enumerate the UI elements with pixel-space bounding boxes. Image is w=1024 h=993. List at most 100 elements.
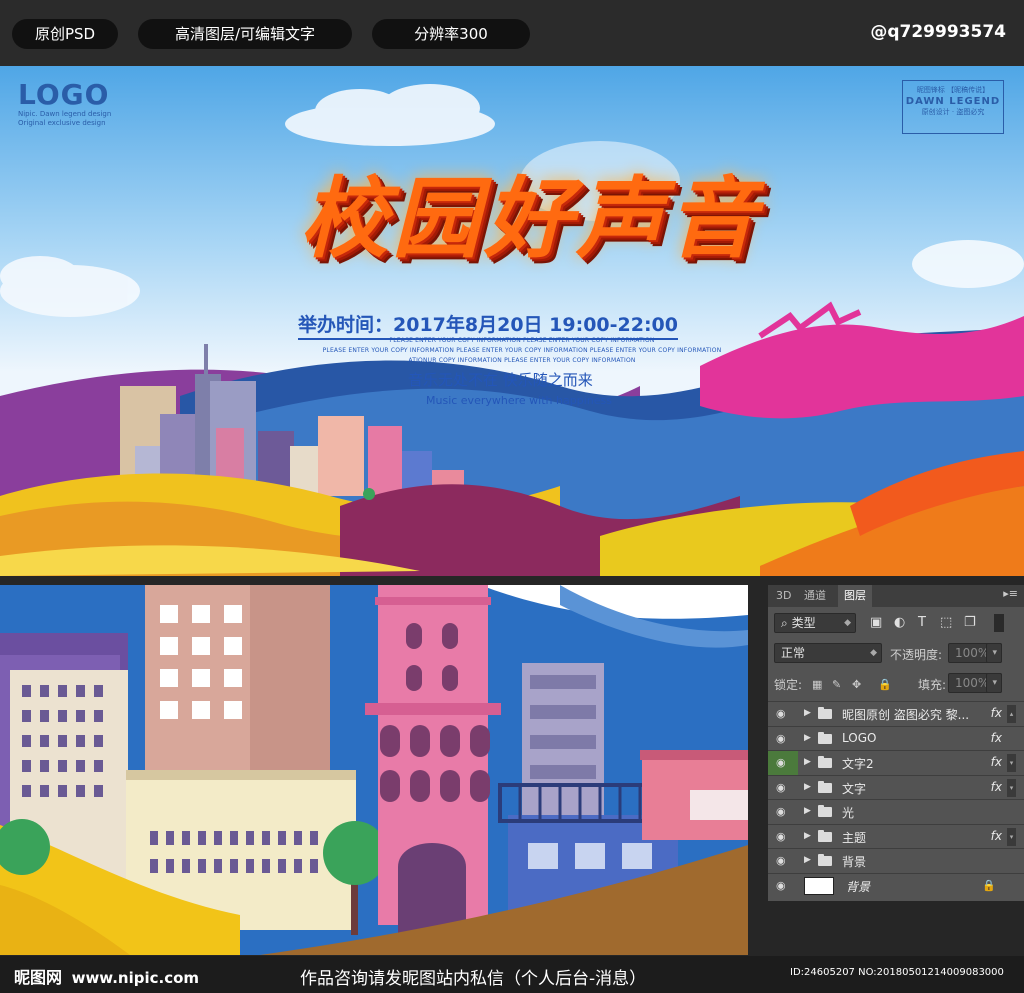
logo-sub-2: Original exclusive design (18, 119, 106, 127)
folder-icon (818, 707, 832, 719)
watermark-url: www.nipic.com (71, 969, 200, 987)
fill-arrow[interactable]: ▾ (986, 673, 1002, 693)
banner-title: 校园好声音 (299, 167, 760, 270)
logo-sub-1: Nipic. Dawn legend design (18, 110, 112, 118)
fill-value: 100% (955, 676, 990, 690)
logo-text: LOGO (18, 78, 110, 111)
type-filter-icon[interactable]: T (918, 615, 926, 630)
layer-background[interactable]: ◉ 背景 🔒 (768, 872, 1024, 897)
layer-group-logo[interactable]: ◉ ▶ LOGO fx (768, 725, 1024, 750)
visibility-eye-icon[interactable]: ◉ (776, 732, 786, 745)
fx-expand-icon[interactable]: ▴ (1007, 705, 1016, 723)
lock-position-icon[interactable]: ✥ (852, 678, 861, 691)
tab-layers[interactable]: 图层 (838, 585, 872, 607)
copy-line-3: ATIONUR COPY INFORMATION PLEASE ENTER YO… (408, 357, 636, 364)
opacity-label: 不透明度: (890, 648, 943, 662)
lock-transparent-icon[interactable]: ▦ (812, 678, 822, 691)
expand-triangle-icon[interactable]: ▶ (804, 708, 811, 718)
fx-expand-icon[interactable]: ▾ (1007, 827, 1016, 846)
expand-triangle-icon[interactable]: ▶ (804, 757, 811, 767)
folder-icon (818, 731, 832, 744)
pill-resolution: 分辨率300 (372, 19, 530, 49)
slogan-en: Music everywhere with happiness (426, 394, 612, 407)
filter-toggle[interactable] (994, 614, 1004, 632)
detail-illustration (0, 585, 748, 955)
author-handle: @q729993574 (870, 22, 1006, 42)
seal-line-1: 昵图锋标 【昵稿传说】 (916, 86, 990, 94)
tab-3d[interactable]: 3D (770, 585, 797, 607)
slogan-cn: 音乐无处不在 快乐随之而来 (408, 371, 593, 389)
banner-preview: LOGO Nipic. Dawn legend design Original … (0, 66, 1024, 576)
seal-line-3: 原创设计 · 盗图必究 (921, 108, 985, 116)
visibility-eye-icon[interactable]: ◉ (776, 854, 786, 867)
visibility-eye-icon[interactable]: ◉ (776, 707, 786, 720)
folder-icon (818, 780, 832, 793)
tab-channels[interactable]: 通道 (798, 585, 832, 607)
nipic-watermark: 昵图网 www.nipic.com (14, 964, 199, 988)
fx-icon[interactable]: fx (991, 706, 1002, 720)
layer-group-theme[interactable]: ◉ ▶ 主题 fx ▾ (768, 823, 1024, 848)
layer-name: 文字 (842, 781, 867, 796)
layer-group-background[interactable]: ◉ ▶ 背景 (768, 848, 1024, 873)
watermark-name: 昵图网 (14, 968, 63, 987)
fx-icon[interactable]: fx (991, 755, 1002, 769)
layer-name: 文字2 (842, 757, 874, 771)
fx-expand-icon[interactable]: ▾ (1007, 754, 1016, 772)
pixel-filter-icon[interactable]: ▣ (870, 615, 882, 630)
layer-name: 背景 (842, 855, 867, 869)
image-id-info: ID:24605207 NO:20180501214009083000 (790, 967, 1004, 978)
layer-name: 光 (842, 806, 855, 820)
panel-menu-icon[interactable]: ▸≡ (1003, 587, 1018, 600)
expand-triangle-icon[interactable]: ▶ (804, 855, 811, 865)
expand-triangle-icon[interactable]: ▶ (804, 782, 811, 792)
blend-mode-label: 正常 (781, 646, 806, 660)
page: 原创PSD 高清图层/可编辑文字 分辨率300 @q729993574 LOGO… (0, 0, 1024, 993)
filter-kind-label: 类型 (791, 616, 816, 630)
layer-group-text[interactable]: ◉ ▶ 文字 fx ▾ (768, 774, 1024, 799)
select-arrow-icon: ▾ (992, 648, 997, 658)
expand-triangle-icon[interactable]: ▶ (804, 806, 811, 816)
pill-original-psd: 原创PSD (12, 19, 118, 49)
copy-line-1: PLEASE ENTER YOUR COPY INFORMATION PLEAS… (389, 337, 655, 344)
opacity-arrow[interactable]: ▾ (986, 643, 1002, 663)
layers-panel: 3D 通道 图层 ▸≡ ⌕ 类型 ◆ ▣ ◐ T ⬚ ❐ 正常 ◆ 不透明度: … (768, 585, 1024, 901)
detail-preview (0, 585, 748, 955)
smart-object-filter-icon[interactable]: ❐ (964, 615, 976, 630)
search-icon: ⌕ (781, 616, 788, 630)
select-arrow-icon: ◆ (844, 618, 851, 628)
visibility-eye-icon[interactable]: ◉ (776, 756, 786, 769)
expand-triangle-icon[interactable]: ▶ (804, 831, 811, 841)
visibility-eye-icon[interactable]: ◉ (776, 879, 786, 892)
adjustment-filter-icon[interactable]: ◐ (894, 615, 905, 630)
visibility-eye-icon[interactable]: ◉ (776, 805, 786, 818)
layer-name: 主题 (842, 830, 867, 845)
blend-mode-select[interactable]: 正常 ◆ (774, 643, 882, 663)
fx-expand-icon[interactable]: ▾ (1007, 778, 1016, 797)
layer-group-light[interactable]: ◉ ▶ 光 (768, 799, 1024, 824)
visibility-eye-icon[interactable]: ◉ (776, 781, 786, 794)
lock-label: 锁定: (774, 678, 803, 692)
folder-icon (818, 756, 832, 768)
fx-icon[interactable]: fx (991, 829, 1002, 843)
bottom-bar: 昵图网 www.nipic.com 作品咨询请发昵图站内私信（个人后台-消息） … (0, 956, 1024, 993)
layer-group-watermark[interactable]: ◉ ▶ 昵图原创 盗图必究 黎... fx ▴ (768, 701, 1024, 726)
folder-icon (818, 829, 832, 842)
expand-triangle-icon[interactable]: ▶ (804, 733, 811, 743)
layer-group-text2[interactable]: ◉ ▶ 文字2 fx ▾ (768, 750, 1024, 775)
top-bar: 原创PSD 高清图层/可编辑文字 分辨率300 @q729993574 (0, 0, 1024, 66)
fill-label: 填充: (918, 678, 947, 692)
lock-icon: 🔒 (982, 878, 996, 892)
select-arrow-icon: ◆ (870, 648, 877, 658)
fx-icon[interactable]: fx (991, 731, 1002, 745)
event-date: 举办时间：2017年8月20日 19:00-22:00 (298, 310, 679, 340)
copy-line-2: PLEASE ENTER YOUR COPY INFORMATION PLEAS… (322, 347, 722, 354)
lock-image-icon[interactable]: ✎ (832, 678, 841, 691)
shape-filter-icon[interactable]: ⬚ (940, 615, 952, 630)
fx-icon[interactable]: fx (991, 780, 1002, 794)
lock-all-icon[interactable]: 🔒 (878, 678, 892, 691)
layer-list: ◉ ▶ 昵图原创 盗图必究 黎... fx ▴ ◉ ▶ LOGO fx ◉ ▶ (768, 701, 1024, 897)
consult-notice: 作品咨询请发昵图站内私信（个人后台-消息） (300, 969, 647, 989)
visibility-eye-icon[interactable]: ◉ (776, 830, 786, 843)
filter-kind-select[interactable]: ⌕ 类型 ◆ (774, 613, 856, 633)
layer-name: 昵图原创 盗图必究 黎... (842, 708, 970, 722)
